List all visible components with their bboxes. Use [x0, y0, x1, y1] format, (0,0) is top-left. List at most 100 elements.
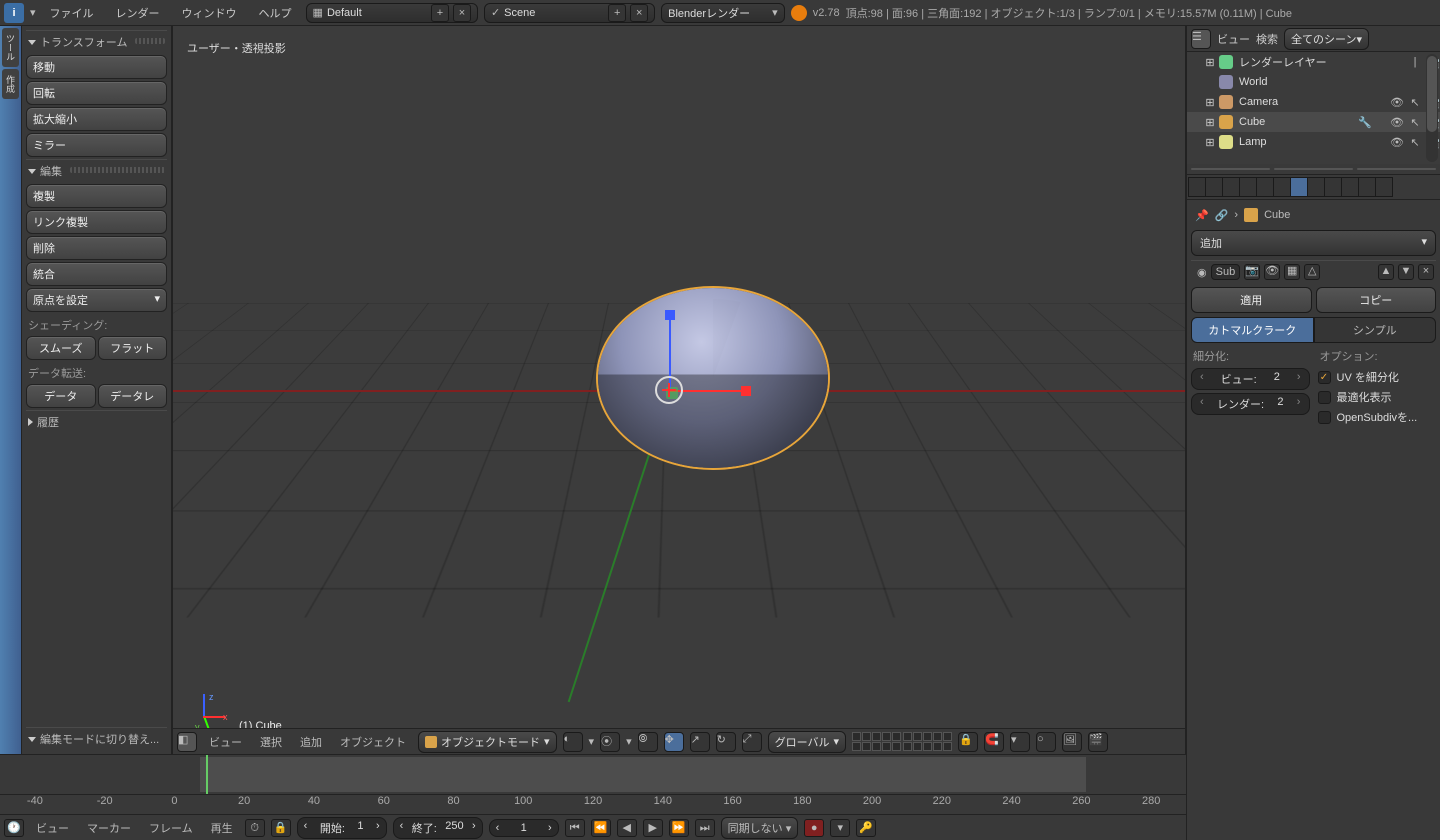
copy-button[interactable]: コピー: [1316, 287, 1437, 313]
render-preview-button[interactable]: 🖼: [1062, 732, 1082, 752]
add-layout-button[interactable]: +: [431, 4, 449, 22]
simple-button[interactable]: シンプル: [1314, 317, 1437, 343]
sync-dropdown[interactable]: 同期しない ▾: [721, 817, 799, 839]
manipulator-scale[interactable]: ⤢: [742, 732, 762, 752]
tab-modifiers[interactable]: [1290, 177, 1308, 197]
outliner-filter-dropdown[interactable]: 全てのシーン▾: [1284, 28, 1369, 50]
panel-transform-head[interactable]: トランスフォーム: [26, 30, 167, 53]
add-scene-button[interactable]: +: [608, 4, 626, 22]
scale-button[interactable]: 拡大縮小: [26, 107, 167, 131]
outliner-view-menu[interactable]: ビュー: [1217, 31, 1250, 47]
tab-texture[interactable]: [1341, 177, 1359, 197]
optimal-display-checkbox[interactable]: 最適化表示: [1318, 389, 1437, 405]
tab-create[interactable]: 作成: [2, 69, 19, 99]
mesh-object-cube[interactable]: [598, 288, 828, 468]
menu-file[interactable]: ファイル: [42, 1, 102, 25]
scene-link-icon[interactable]: 🔗: [1215, 209, 1229, 222]
smooth-button[interactable]: スムーズ: [26, 336, 96, 360]
tab-renderlayers[interactable]: [1205, 177, 1223, 197]
modifier-delete[interactable]: ×: [1418, 264, 1434, 280]
manipulator-toggle[interactable]: ✥: [664, 732, 684, 752]
add-modifier-dropdown[interactable]: 追加▾: [1191, 230, 1436, 256]
tab-render[interactable]: [1188, 177, 1206, 197]
snap-toggle[interactable]: 🧲: [984, 732, 1004, 752]
manipulator-rotate[interactable]: ↻: [716, 732, 736, 752]
translate-button[interactable]: 移動: [26, 55, 167, 79]
tab-constraints[interactable]: [1273, 177, 1291, 197]
view-subdiv-field[interactable]: ‹ビュー:2›: [1191, 368, 1310, 390]
tl-frame-menu[interactable]: フレーム: [143, 816, 199, 840]
pivot-button[interactable]: ⦿: [600, 732, 620, 752]
apply-button[interactable]: 適用: [1191, 287, 1312, 313]
catmull-clark-button[interactable]: カトマルクラーク: [1191, 317, 1314, 343]
select-menu[interactable]: 選択: [254, 730, 288, 754]
modifier-moveup[interactable]: ▲: [1378, 264, 1394, 280]
keyframe-next-button[interactable]: ⏩: [669, 819, 689, 837]
outliner-editor-icon[interactable]: ☰: [1191, 29, 1211, 49]
play-button[interactable]: ▶: [643, 819, 663, 837]
lock-range[interactable]: 🔒: [271, 819, 291, 837]
mode-selector[interactable]: オブジェクトモード▾: [418, 731, 557, 753]
tab-tools[interactable]: ツール: [2, 28, 19, 67]
eye-icon[interactable]: 👁: [1390, 96, 1404, 109]
add-menu[interactable]: 追加: [294, 730, 328, 754]
panel-edit-head[interactable]: 編集: [26, 159, 167, 182]
jump-start-button[interactable]: ⏮: [565, 819, 585, 837]
end-frame-field[interactable]: ‹終了:250›: [393, 817, 483, 839]
object-menu[interactable]: オブジェクト: [334, 730, 412, 754]
scene-selector[interactable]: ✓ Scene + ×: [484, 3, 655, 23]
proportional-edit[interactable]: ○: [1036, 732, 1056, 752]
3d-viewport[interactable]: ユーザー・透視投影 z y x (1) Cube ◧ ビュー 選択 追加 オブジ…: [172, 26, 1186, 754]
remove-scene-button[interactable]: ×: [630, 4, 648, 22]
modifier-render-toggle[interactable]: 📷: [1244, 264, 1260, 280]
tab-particles[interactable]: [1358, 177, 1376, 197]
keyframe-prev-button[interactable]: ⏪: [591, 819, 611, 837]
shading-mode-button[interactable]: ◐: [563, 732, 583, 752]
menu-render[interactable]: レンダー: [108, 1, 168, 25]
operator-redo-panel[interactable]: 編集モードに切り替え...: [26, 727, 167, 750]
modifier-realtime-toggle[interactable]: 👁: [1264, 264, 1280, 280]
rotate-button[interactable]: 回転: [26, 81, 167, 105]
play-reverse-button[interactable]: ◀: [617, 819, 637, 837]
timeline-playhead[interactable]: [206, 755, 208, 794]
lock-camera-button[interactable]: 🔒: [958, 732, 978, 752]
uv-smooth-checkbox[interactable]: UV を細分化: [1318, 369, 1437, 385]
jump-end-button[interactable]: ⏭: [695, 819, 715, 837]
timeline-canvas[interactable]: [0, 755, 1186, 795]
join-button[interactable]: 統合: [26, 262, 167, 286]
timeline-editor-icon[interactable]: 🕐: [4, 819, 24, 837]
modifier-name-field[interactable]: Sub: [1211, 264, 1241, 280]
outliner[interactable]: ⊞レンダーレイヤー|📷 World ⊞Camera👁↖📷 ⊞Cube🔧👁↖📷 ⊞…: [1187, 52, 1440, 164]
flat-button[interactable]: フラット: [98, 336, 168, 360]
duplicate-button[interactable]: 複製: [26, 184, 167, 208]
editor-type-icon[interactable]: ◧: [177, 732, 197, 752]
tab-data[interactable]: [1307, 177, 1325, 197]
menu-help[interactable]: ヘルプ: [251, 1, 300, 25]
tl-playback-menu[interactable]: 再生: [205, 816, 239, 840]
orientation-selector[interactable]: グローバル▾: [768, 731, 846, 753]
mirror-button[interactable]: ミラー: [26, 133, 167, 157]
modifier-cage-toggle[interactable]: △: [1304, 264, 1320, 280]
insert-keyframe-button[interactable]: 🔑: [856, 819, 876, 837]
outliner-scrollbar[interactable]: [1426, 54, 1438, 162]
tl-marker-menu[interactable]: マーカー: [81, 816, 137, 840]
view-menu[interactable]: ビュー: [203, 730, 248, 754]
area-splitter[interactable]: [1187, 164, 1440, 174]
modifier-editmode-toggle[interactable]: ▦: [1284, 264, 1300, 280]
tab-scene[interactable]: [1222, 177, 1240, 197]
dropdown-icon[interactable]: ▾: [30, 6, 36, 19]
screen-layout-selector[interactable]: ▦ Default + ×: [306, 3, 478, 23]
tab-physics[interactable]: [1375, 177, 1393, 197]
manipulator-translate[interactable]: ↗: [690, 732, 710, 752]
auto-keyframe-button[interactable]: ●: [804, 819, 824, 837]
tab-world[interactable]: [1239, 177, 1257, 197]
pivot-individual-button[interactable]: ⦾: [638, 732, 658, 752]
remove-layout-button[interactable]: ×: [453, 4, 471, 22]
cursor-icon[interactable]: ↖: [1408, 96, 1422, 109]
panel-history-head[interactable]: 履歴: [26, 410, 167, 433]
menu-window[interactable]: ウィンドウ: [174, 1, 245, 25]
render-subdiv-field[interactable]: ‹レンダー:2›: [1191, 393, 1310, 415]
data-layout-button[interactable]: データレ: [98, 384, 168, 408]
delete-button[interactable]: 削除: [26, 236, 167, 260]
opensubdiv-checkbox[interactable]: OpenSubdivを...: [1318, 409, 1437, 425]
